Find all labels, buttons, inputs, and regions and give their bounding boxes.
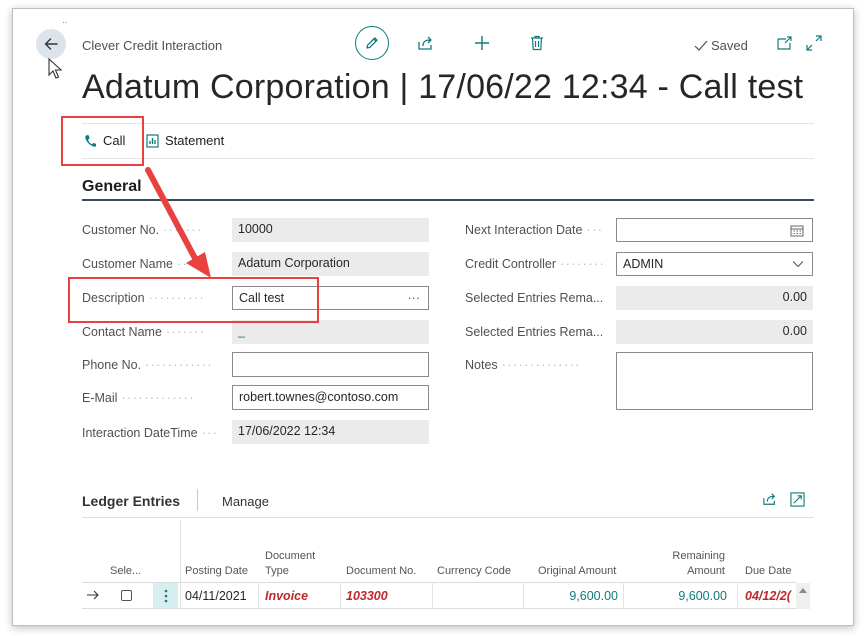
col-original-amount[interactable]: Original Amount [538, 564, 616, 579]
cell-posting-date: 04/11/2021 [185, 589, 247, 603]
mouse-cursor-icon [48, 58, 63, 79]
customer-no-label: Customer No. ······· [82, 223, 203, 237]
phone-no-field[interactable] [232, 352, 429, 377]
col-posting-date[interactable]: Posting Date [185, 564, 248, 579]
interaction-datetime-field[interactable]: 17/06/2022 12:34 [232, 420, 429, 444]
more-vertical-icon [164, 589, 167, 602]
cell-original-amount[interactable]: 9,600.00 [523, 589, 618, 603]
col-divider [737, 582, 738, 608]
customer-no-field[interactable]: 10000 [232, 218, 429, 242]
customer-name-label: Customer Name ··· [82, 257, 194, 271]
customer-name-field[interactable]: Adatum Corporation [232, 252, 429, 276]
col-document-no[interactable]: Document No. [346, 564, 416, 579]
statement-label: Statement [165, 133, 225, 148]
ledger-manage-tab[interactable]: Manage [222, 494, 269, 509]
cell-due-date: 04/12/2( [745, 589, 791, 603]
col-divider [180, 520, 181, 608]
ledger-row-divider [82, 608, 796, 609]
cell-document-no[interactable]: 103300 [346, 589, 388, 603]
col-currency-code[interactable]: Currency Code [437, 564, 511, 579]
window-dots: ‥ [62, 16, 69, 25]
row-arrow-icon [87, 590, 99, 600]
call-highlight-box [61, 116, 144, 166]
saved-label: Saved [711, 38, 748, 53]
edit-button[interactable] [355, 26, 389, 60]
delete-button[interactable] [530, 35, 544, 51]
page-caption: Clever Credit Interaction [82, 38, 223, 53]
open-new-window-button[interactable] [777, 36, 793, 50]
back-button[interactable] [36, 29, 66, 59]
row-actions-button[interactable] [153, 583, 178, 608]
statement-action[interactable]: Statement [146, 133, 224, 148]
col-remaining-amount[interactable]: Remaining Amount [668, 549, 725, 579]
col-document-type[interactable]: Document Type [265, 549, 325, 579]
col-divider [258, 582, 259, 608]
plus-icon [475, 36, 489, 50]
col-due-date[interactable]: Due Date [745, 564, 791, 579]
trash-icon [531, 35, 543, 51]
arrow-left-icon [44, 38, 58, 50]
cell-document-type[interactable]: Invoice [265, 589, 308, 603]
next-interaction-date-field[interactable] [616, 218, 813, 242]
email-field[interactable]: robert.townes@contoso.com [232, 385, 429, 410]
contact-name-field[interactable]: _ [232, 320, 429, 344]
interaction-datetime-label: Interaction DateTime ··· [82, 426, 219, 440]
contact-name-label: Contact Name ······· [82, 325, 206, 339]
expand-icon [790, 492, 805, 507]
share-icon [763, 493, 776, 505]
chevron-down-icon [792, 261, 804, 268]
saved-status: Saved [694, 38, 748, 53]
credit-controller-value: ADMIN [623, 257, 664, 271]
next-interaction-date-label: Next Interaction Date ··· [465, 223, 604, 237]
cell-remaining-amount[interactable]: 9,600.00 [623, 589, 727, 603]
scroll-up-icon[interactable] [798, 587, 808, 594]
selected-entries-remaining-label-2: Selected Entries Rema... [465, 325, 604, 339]
new-button[interactable] [474, 35, 490, 51]
row-select-checkbox[interactable] [121, 590, 132, 601]
expand-button[interactable] [806, 35, 822, 51]
calendar-icon[interactable] [790, 224, 804, 237]
share-button[interactable] [417, 35, 435, 51]
ledger-scrollbar[interactable] [796, 583, 810, 609]
expand-icon [806, 35, 822, 51]
statement-icon [146, 133, 159, 148]
credit-controller-select[interactable]: ADMIN [616, 252, 813, 276]
ledger-share-button[interactable] [762, 492, 778, 506]
credit-controller-label: Credit Controller ········ [465, 257, 606, 271]
page-title: Adatum Corporation | 17/06/22 12:34 - Ca… [82, 68, 804, 106]
ledger-top-divider [82, 517, 814, 518]
open-in-new-window-icon [777, 36, 792, 50]
notes-label: Notes ·············· [465, 358, 581, 372]
share-icon [418, 36, 432, 50]
email-label: E-Mail ············· [82, 391, 196, 405]
col-divider [432, 582, 433, 608]
ledger-separator [197, 489, 198, 511]
notes-field[interactable] [616, 352, 813, 410]
assist-edit-button[interactable]: ··· [408, 291, 421, 305]
selected-entries-remaining-label-1: Selected Entries Rema... [465, 291, 604, 305]
ledger-entries-title: Ledger Entries [82, 493, 181, 509]
ledger-expand-button[interactable] [790, 492, 805, 507]
ledger-header-divider [82, 582, 796, 583]
col-select[interactable]: Sele... [110, 564, 141, 579]
col-divider [340, 582, 341, 608]
selected-entries-remaining-field-1[interactable]: 0.00 [616, 286, 813, 310]
section-title-general: General [82, 178, 142, 195]
phone-no-label: Phone No. ············ [82, 358, 214, 372]
section-divider [82, 199, 814, 201]
check-icon [694, 40, 708, 51]
selected-entries-remaining-field-2[interactable]: 0.00 [616, 320, 813, 344]
pencil-icon [366, 37, 378, 49]
description-highlight-box [68, 277, 319, 323]
